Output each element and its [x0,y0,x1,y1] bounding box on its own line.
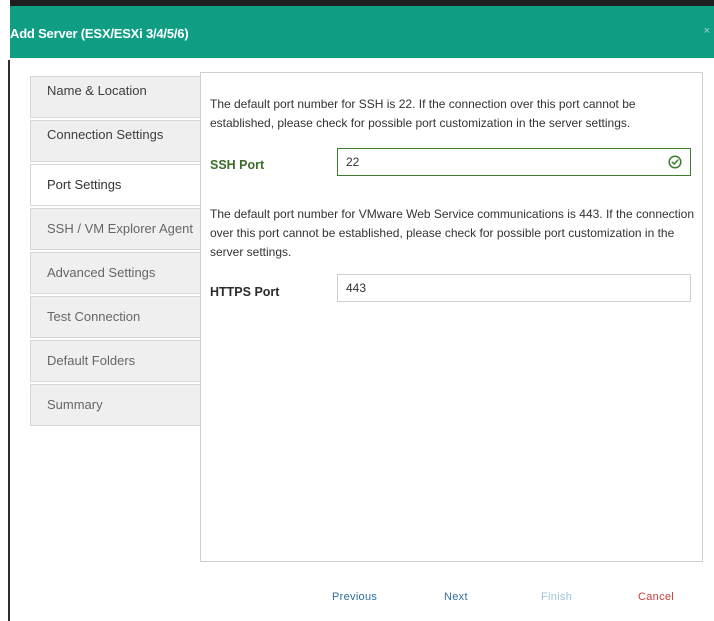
ssh-port-label: SSH Port [210,158,265,172]
ssh-port-value: 22 [346,155,360,169]
dialog-title: Add Server (ESX/ESXi 3/4/5/6) [10,26,189,41]
step-ssh-vm-explorer-agent[interactable]: SSH / VM Explorer Agent [30,208,201,250]
https-description: The default port number for VMware Web S… [210,207,695,259]
next-button[interactable]: Next [444,591,468,603]
step-advanced-settings[interactable]: Advanced Settings [30,252,201,294]
dialog-body: Name & Location Connection Settings Port… [10,58,714,621]
dialog-header: Add Server (ESX/ESXi 3/4/5/6) × [10,6,714,58]
wizard-steps: Name & Location Connection Settings Port… [30,76,201,428]
step-label: Port Settings [47,177,122,192]
check-circle-icon [668,155,682,169]
step-test-connection[interactable]: Test Connection [30,296,201,338]
step-label: Advanced Settings [47,265,156,280]
dialog-footer: Previous Next Finish Cancel [10,585,714,609]
step-label: Test Connection [47,309,141,324]
https-port-label: HTTPS Port [210,285,280,299]
step-label: SSH / VM Explorer Agent [47,221,193,236]
cancel-button[interactable]: Cancel [638,591,674,603]
https-port-input[interactable]: 443 [337,274,691,302]
https-port-value: 443 [346,281,367,295]
window-left-edge [0,0,10,621]
previous-button[interactable]: Previous [332,591,377,603]
ssh-description: The default port number for SSH is 22. I… [210,97,636,130]
step-label: Summary [47,397,103,412]
port-settings-panel: The default port number for SSH is 22. I… [200,72,703,562]
step-label: Name & Location [47,83,147,98]
step-port-settings[interactable]: Port Settings [30,164,201,206]
finish-button[interactable]: Finish [541,591,572,603]
ssh-port-input[interactable]: 22 [337,148,691,176]
close-icon[interactable]: × [704,25,710,37]
step-default-folders[interactable]: Default Folders [30,340,201,382]
step-summary[interactable]: Summary [30,384,201,426]
step-name-location[interactable]: Name & Location [30,76,201,118]
step-label: Default Folders [47,353,136,368]
step-label: Connection Settings [47,127,164,142]
step-connection-settings[interactable]: Connection Settings [30,120,201,162]
